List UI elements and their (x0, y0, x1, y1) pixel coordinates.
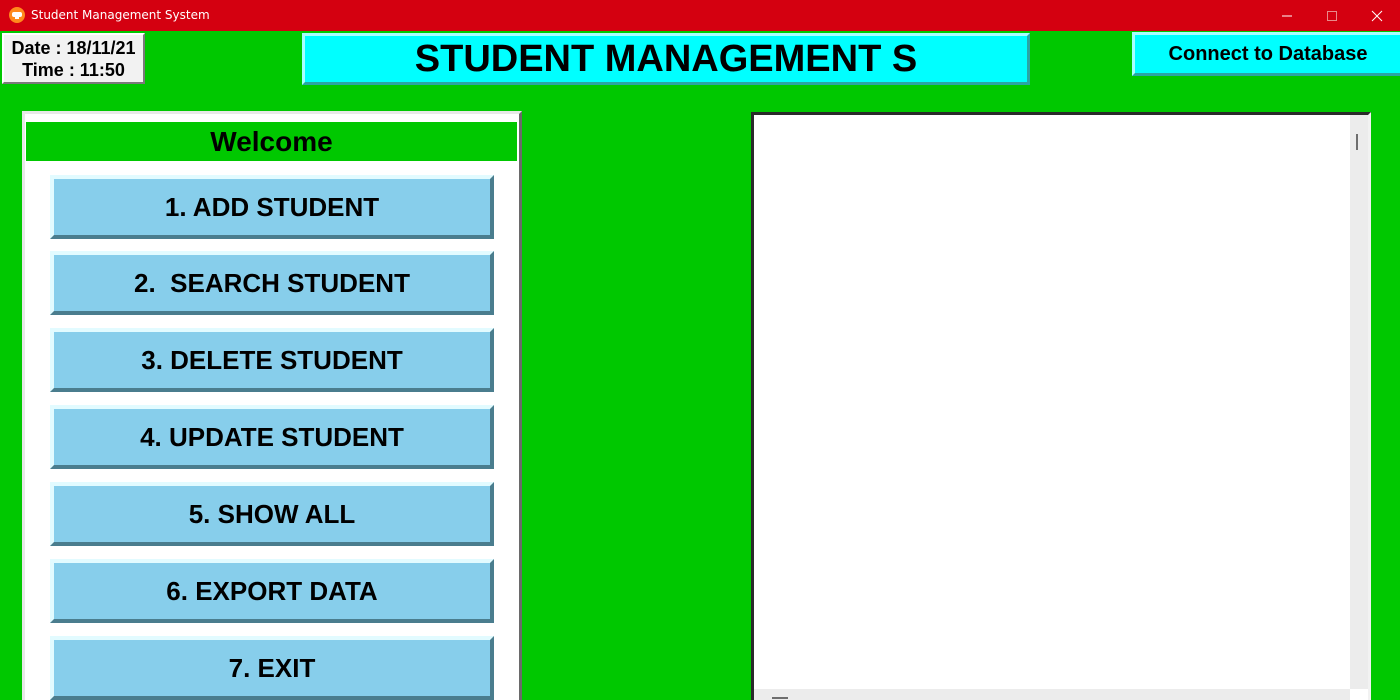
date-label: Date : 18/11/21 (11, 38, 136, 58)
search-student-button[interactable]: 2. SEARCH STUDENT (50, 251, 494, 315)
show-all-button[interactable]: 5. SHOW ALL (50, 482, 494, 546)
page-title: STUDENT MANAGEMENT S (302, 33, 1030, 85)
delete-student-button[interactable]: 3. DELETE STUDENT (50, 328, 494, 392)
update-student-button[interactable]: 4. UPDATE STUDENT (50, 405, 494, 469)
close-button[interactable] (1354, 0, 1400, 31)
page-title-text: STUDENT MANAGEMENT S (414, 37, 918, 80)
maximize-button[interactable] (1309, 0, 1355, 31)
welcome-heading: Welcome (26, 122, 517, 161)
exit-button[interactable]: 7. EXIT (50, 636, 494, 700)
minimize-button[interactable] (1264, 0, 1310, 31)
add-student-button[interactable]: 1. ADD STUDENT (50, 175, 494, 239)
date-time-display: Date : 18/11/21 Time : 11:50 (2, 33, 145, 84)
window-title: Student Management System (31, 8, 210, 22)
maximize-icon (1327, 10, 1337, 21)
close-icon (1371, 10, 1383, 21)
title-bar: Student Management System (0, 0, 1400, 31)
export-data-button[interactable]: 6. EXPORT DATA (50, 559, 494, 623)
minimize-icon (1282, 15, 1292, 16)
time-label: Time : 11:50 (22, 60, 125, 80)
app-icon (9, 7, 25, 23)
horizontal-scroll-thumb[interactable] (772, 697, 788, 699)
horizontal-scrollbar[interactable] (754, 689, 1350, 700)
vertical-scrollbar[interactable] (1350, 115, 1368, 689)
menu-panel: Welcome 1. ADD STUDENT 2. SEARCH STUDENT… (22, 111, 522, 700)
output-display-area[interactable] (751, 112, 1371, 700)
connect-database-button[interactable]: Connect to Database (1132, 32, 1400, 76)
vertical-scroll-thumb[interactable] (1356, 134, 1358, 150)
